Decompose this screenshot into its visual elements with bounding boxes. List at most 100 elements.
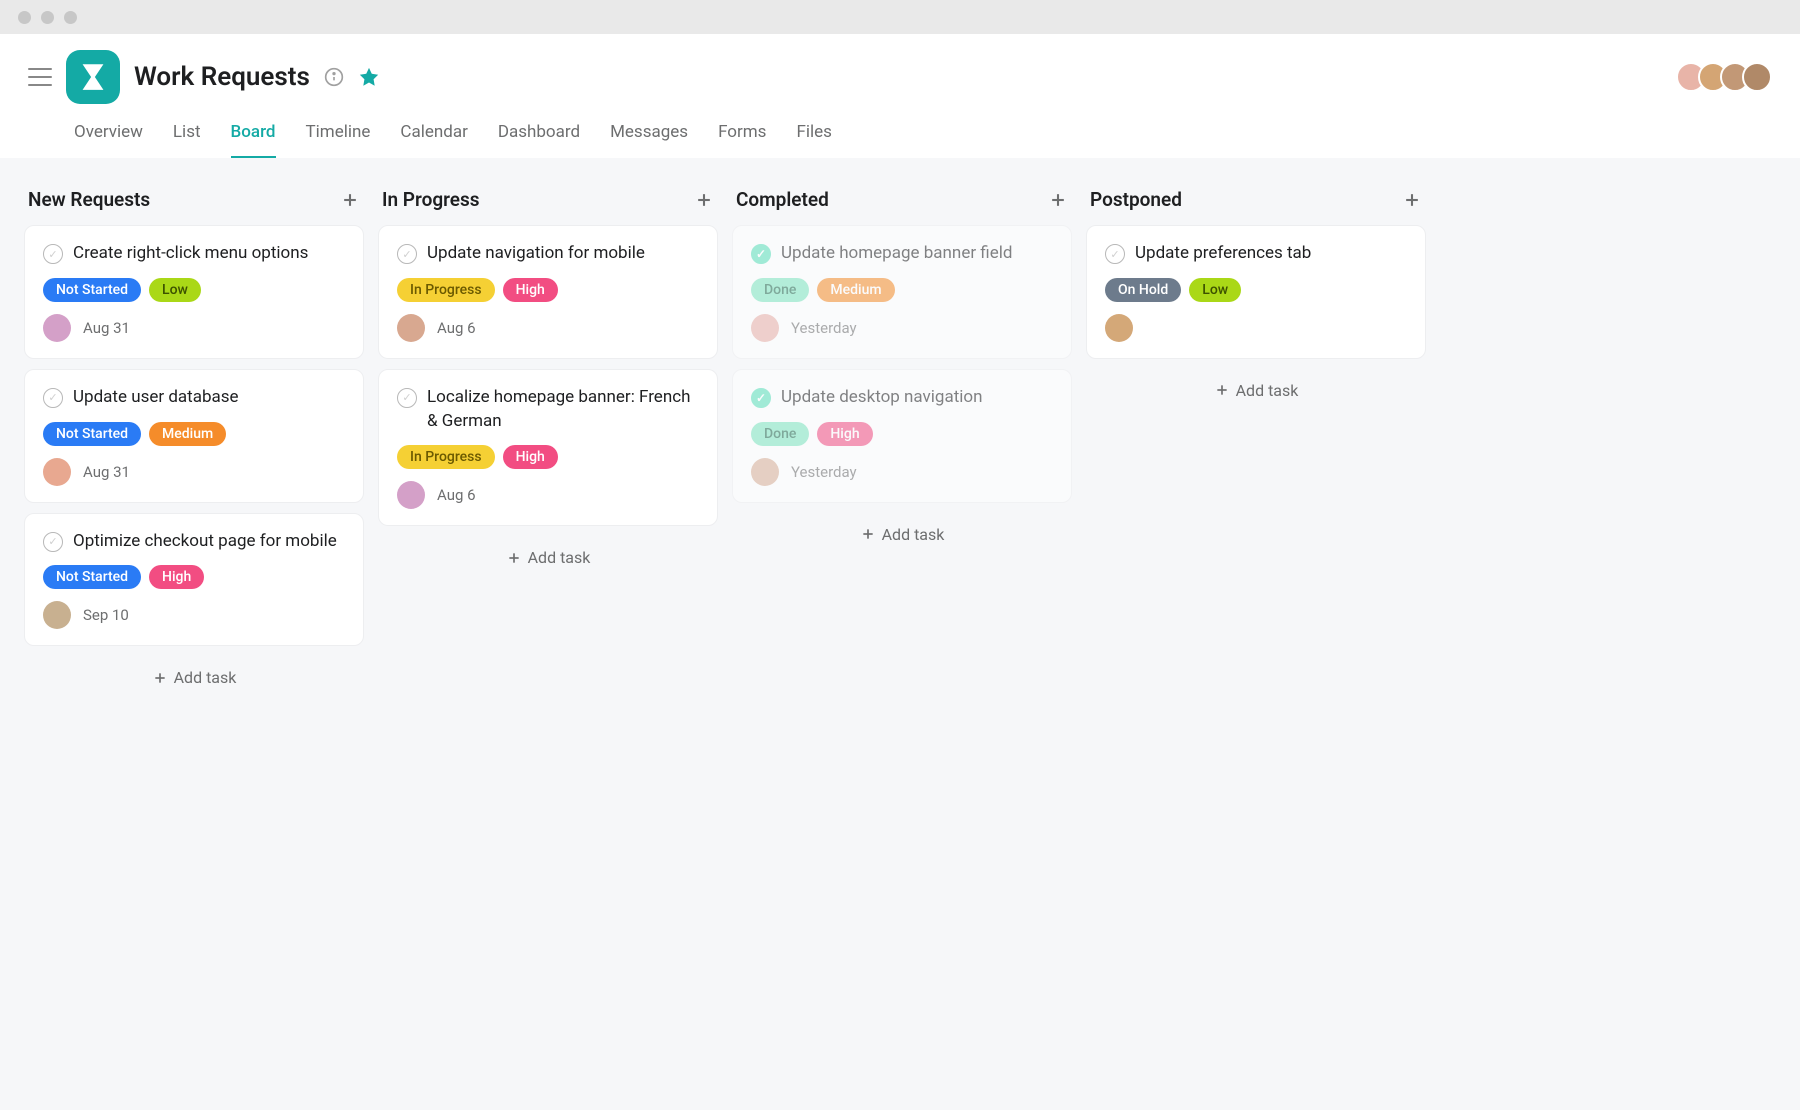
tag: High <box>817 422 872 446</box>
window-chrome <box>0 0 1800 34</box>
traffic-min-icon[interactable] <box>41 11 54 24</box>
plus-icon <box>1214 382 1230 398</box>
tag: Medium <box>149 422 226 446</box>
check-circle-icon[interactable] <box>43 532 63 552</box>
tags: Not StartedHigh <box>43 565 345 589</box>
tag: In Progress <box>397 278 495 302</box>
column: In Progress Update navigation for mobile I… <box>378 182 718 579</box>
tab-overview[interactable]: Overview <box>74 122 143 158</box>
tab-timeline[interactable]: Timeline <box>306 122 371 158</box>
tags: In Progress High <box>397 445 699 469</box>
card-footer: Yesterday <box>751 458 1053 486</box>
add-task-button[interactable]: Add task <box>732 513 1072 556</box>
card-title-row: Update user database <box>43 386 345 410</box>
card-title-row: Update navigation for mobile <box>397 242 699 266</box>
card-footer <box>1105 314 1407 342</box>
task-card[interactable]: Optimize checkout page for mobile Not Sta… <box>24 513 364 647</box>
card-title: Update homepage banner field <box>781 242 1012 266</box>
member-avatars[interactable] <box>1684 62 1772 92</box>
tag: Low <box>149 278 201 302</box>
task-card[interactable]: Localize homepage banner: French & Germa… <box>378 369 718 527</box>
info-icon[interactable] <box>324 67 344 87</box>
due-date: Sep 10 <box>83 606 129 624</box>
tag: Not Started <box>43 565 141 589</box>
card-footer: Aug 31 <box>43 314 345 342</box>
plus-icon[interactable] <box>1402 190 1422 210</box>
topbar: Work Requests Overview List Board Timeline C… <box>0 34 1800 158</box>
card-footer: Aug 31 <box>43 458 345 486</box>
tab-list[interactable]: List <box>173 122 201 158</box>
add-task-button[interactable]: Add task <box>378 536 718 579</box>
menu-icon[interactable] <box>28 68 52 86</box>
check-circle-icon[interactable] <box>397 244 417 264</box>
traffic-close-icon[interactable] <box>18 11 31 24</box>
column-title: Completed <box>736 188 829 211</box>
assignee-avatar <box>397 481 425 509</box>
task-card[interactable]: Create right-click menu options Not Start… <box>24 225 364 359</box>
task-card[interactable]: Update homepage banner fieldDoneMediumYe… <box>732 225 1072 359</box>
board: New RequestsCreate right-click menu opti… <box>0 158 1800 723</box>
due-date: Aug 31 <box>83 319 130 337</box>
tags: DoneHigh <box>751 422 1053 446</box>
check-circle-icon[interactable] <box>751 388 771 408</box>
tab-forms[interactable]: Forms <box>718 122 766 158</box>
tab-board[interactable]: Board <box>231 122 276 158</box>
plus-icon[interactable] <box>340 190 360 210</box>
check-circle-icon[interactable] <box>43 244 63 264</box>
column-header: Postponed <box>1086 182 1426 225</box>
tag: Not Started <box>43 278 141 302</box>
topbar-row: Work Requests <box>28 50 1772 104</box>
assignee-avatar <box>751 314 779 342</box>
card-title: Create right-click menu options <box>73 242 308 266</box>
tag: In Progress <box>397 445 495 469</box>
assignee-avatar <box>43 601 71 629</box>
column: Completed Update homepage banner field Don… <box>732 182 1072 556</box>
tag: Not Started <box>43 422 141 446</box>
task-card[interactable]: Update user database Not Started Medium Aug… <box>24 369 364 503</box>
check-circle-icon[interactable] <box>1105 244 1125 264</box>
assignee-avatar <box>43 314 71 342</box>
traffic-max-icon[interactable] <box>64 11 77 24</box>
card-title: Update preferences tab <box>1135 242 1311 266</box>
tag: High <box>503 445 558 469</box>
tags: Not Started Medium <box>43 422 345 446</box>
column: New RequestsCreate right-click menu opti… <box>24 182 364 699</box>
column-header: In Progress <box>378 182 718 225</box>
tab-calendar[interactable]: Calendar <box>400 122 467 158</box>
plus-icon <box>506 550 522 566</box>
task-card[interactable]: Update desktop navigation DoneHigh Yesterd… <box>732 369 1072 503</box>
card-footer: Aug 6 <box>397 314 699 342</box>
card-title: Update desktop navigation <box>781 386 983 410</box>
check-circle-icon[interactable] <box>43 388 63 408</box>
star-icon[interactable] <box>358 66 380 88</box>
column-title: Postponed <box>1090 188 1182 211</box>
add-task-button[interactable]: Add task <box>24 656 364 699</box>
add-task-label: Add task <box>528 548 591 567</box>
tags: Not Started Low <box>43 278 345 302</box>
member-avatar <box>1742 62 1772 92</box>
tab-files[interactable]: Files <box>796 122 831 158</box>
card-title-row: Create right-click menu options <box>43 242 345 266</box>
assignee-avatar <box>1105 314 1133 342</box>
add-task-label: Add task <box>882 525 945 544</box>
tab-messages[interactable]: Messages <box>610 122 688 158</box>
tag: Done <box>751 278 809 302</box>
check-circle-icon[interactable] <box>397 388 417 408</box>
tab-dashboard[interactable]: Dashboard <box>498 122 580 158</box>
task-card[interactable]: Update preferences tab On HoldLow <box>1086 225 1426 359</box>
tag: High <box>503 278 558 302</box>
card-title-row: Update homepage banner field <box>751 242 1053 266</box>
add-task-label: Add task <box>1236 381 1299 400</box>
plus-icon[interactable] <box>1048 190 1068 210</box>
card-title-row: Optimize checkout page for mobile <box>43 530 345 554</box>
column-header: New Requests <box>24 182 364 225</box>
card-footer: Aug 6 <box>397 481 699 509</box>
task-card[interactable]: Update navigation for mobile In Progress H… <box>378 225 718 359</box>
tags: On HoldLow <box>1105 278 1407 302</box>
add-task-button[interactable]: Add task <box>1086 369 1426 412</box>
column-title: In Progress <box>382 188 480 211</box>
card-title-row: Update preferences tab <box>1105 242 1407 266</box>
check-circle-icon[interactable] <box>751 244 771 264</box>
plus-icon[interactable] <box>694 190 714 210</box>
assignee-avatar <box>43 458 71 486</box>
